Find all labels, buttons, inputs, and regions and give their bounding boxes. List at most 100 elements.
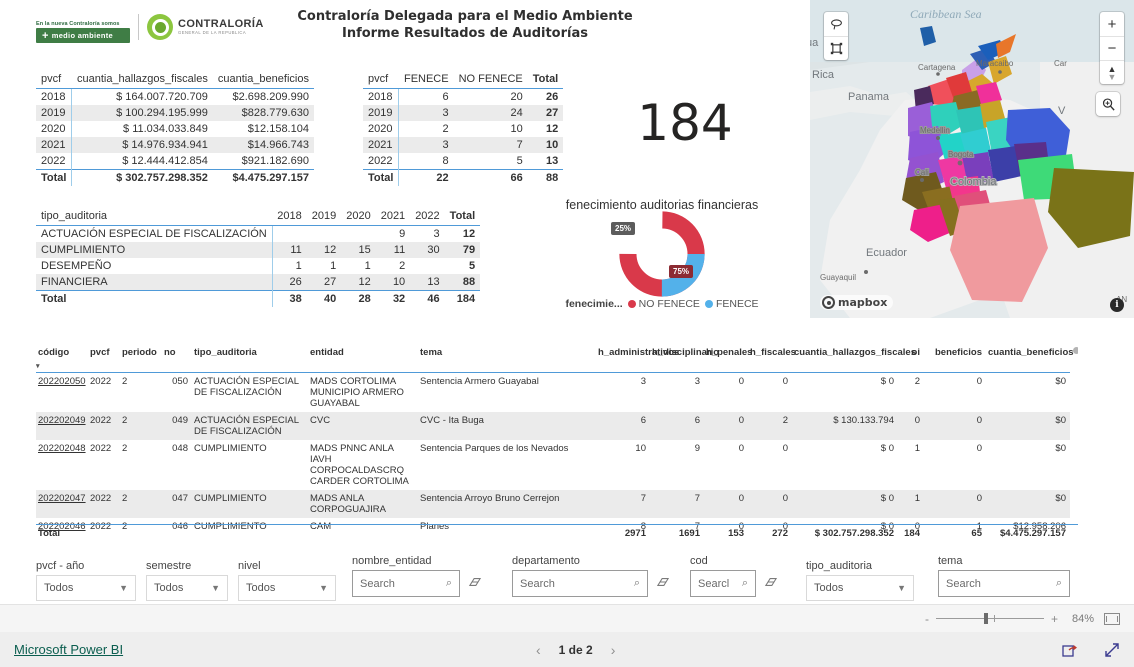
col-header-fenece[interactable]: FENECE — [398, 70, 454, 89]
codigo-link[interactable]: 202202049 — [38, 415, 86, 426]
table-row[interactable]: 2022 $ 12.444.412.854 $921.182.690 — [36, 153, 314, 170]
zoom-out-button[interactable]: - — [925, 612, 929, 626]
slicer-nivel[interactable]: nivel Todos ▼ — [238, 560, 336, 601]
zoom-slider-thumb[interactable] — [983, 613, 988, 624]
table-fenecimiento[interactable]: pvcf FENECE NO FENECE Total 2018 6 20 26… — [363, 70, 564, 186]
clear-filter-icon[interactable] — [468, 576, 482, 591]
col-header-pvcf[interactable]: pvcf — [36, 70, 72, 89]
prev-page-button[interactable]: ‹ — [536, 642, 541, 658]
col-header-beneficios[interactable]: beneficios — [924, 345, 986, 360]
slicer-dropdown-nivel[interactable]: Todos ▼ — [238, 575, 336, 601]
col-header-cuantia-hallazgos-fiscales[interactable]: cuantia_hallazgos_fiscales — [792, 345, 916, 360]
fit-to-page-icon[interactable] — [1104, 612, 1120, 625]
kpi-card-total-auditorias[interactable]: 184 — [565, 95, 805, 151]
col-header-2018[interactable]: 2018 — [272, 207, 307, 226]
col-header-no-fenece[interactable]: NO FENECE — [453, 70, 528, 89]
codigo-link[interactable]: 202202047 — [38, 493, 86, 504]
search-input-tema[interactable]: Search ⌕ — [938, 570, 1070, 597]
lasso-select-icon[interactable] — [824, 12, 848, 36]
slicer-semestre[interactable]: semestre Todos ▼ — [146, 560, 228, 601]
clear-filter-icon[interactable] — [764, 576, 778, 591]
legend-item-fenece[interactable]: FENECE — [704, 298, 759, 310]
table-row[interactable]: 2019 3 24 27 — [363, 105, 564, 121]
map-info-icon[interactable]: i — [1110, 298, 1124, 312]
codigo-link[interactable]: 202202048 — [38, 443, 86, 454]
map-selection-tools[interactable] — [824, 12, 848, 60]
slicer-nombre-entidad[interactable]: nombre_entidad Search ⌕ — [352, 555, 498, 597]
powerbi-brand-link[interactable]: Microsoft Power BI — [14, 642, 123, 657]
search-icon[interactable]: ⌕ — [634, 577, 640, 590]
cell-codigo[interactable]: 202202050 — [36, 373, 88, 413]
zoom-slider-track[interactable] — [935, 613, 1044, 624]
slicer-dropdown-pvcf-ano[interactable]: Todos ▼ — [36, 575, 136, 601]
map-zoom-out-button[interactable]: − — [1100, 36, 1124, 60]
table-row[interactable]: 2022 8 5 13 — [363, 153, 563, 170]
slicer-tema[interactable]: tema Search ⌕ — [938, 555, 1070, 597]
col-header-cuantia-hallazgos[interactable]: cuantia_hallazgos_fiscales — [71, 70, 213, 89]
codigo-link[interactable]: 202202050 — [38, 376, 86, 387]
col-header-h-fiscales[interactable]: h_fiscales — [748, 345, 796, 360]
table-row[interactable]: 202202049 2022 2 049 ACTUACIÓN ESPECIAL … — [36, 412, 1070, 440]
col-header-tema[interactable]: tema — [418, 345, 596, 360]
table-row[interactable]: 2018 6 20 26 — [363, 88, 563, 105]
sort-indicator-codigo[interactable]: ▾ — [36, 360, 88, 373]
table-row[interactable]: CUMPLIMIENTO 11 12 15 11 30 79 — [36, 242, 481, 258]
map-zoom-in-button[interactable]: + — [1100, 12, 1124, 36]
col-header-no[interactable]: no — [162, 345, 192, 360]
slicer-tipo-auditoria[interactable]: tipo_auditoria Todos ▼ — [806, 560, 914, 601]
zoom-in-button[interactable]: + — [1051, 612, 1058, 626]
map-search-button[interactable] — [1096, 92, 1120, 116]
table-row[interactable]: 202202048 2022 2 048 CUMPLIMIENTO MADS P… — [36, 440, 1070, 490]
slicer-departamento[interactable]: departamento Search ⌕ — [512, 555, 682, 597]
donut-chart-fenecimiento[interactable]: fenecimiento auditorias financieras 25% … — [528, 198, 796, 310]
cell-codigo[interactable]: 202202047 — [36, 490, 88, 518]
col-header-cuantia-beneficios[interactable]: cuantia_beneficios — [212, 70, 314, 89]
fullscreen-icon[interactable] — [1104, 642, 1120, 658]
search-icon[interactable]: ⌕ — [1056, 577, 1062, 590]
legend-item-no-fenece[interactable]: NO FENECE — [627, 298, 700, 310]
table-cuantias-fiscales[interactable]: pvcf cuantia_hallazgos_fiscales cuantia_… — [36, 70, 314, 186]
col-header-pvcf[interactable]: pvcf — [363, 70, 399, 89]
slicer-dropdown-tipo-auditoria[interactable]: Todos ▼ — [806, 575, 914, 601]
mapbox-attribution[interactable]: mapbox — [820, 295, 894, 310]
search-icon[interactable]: ⌕ — [742, 577, 748, 590]
table-row[interactable]: 2020 2 10 12 — [363, 121, 563, 137]
col-header-h-penales[interactable]: h_penales — [704, 345, 752, 360]
col-header-total[interactable]: Total — [444, 207, 481, 226]
table-row[interactable]: 202202050 2022 2 050 ACTUACIÓN ESPECIAL … — [36, 373, 1070, 413]
col-header-h-administrativos[interactable]: h_administrativos — [596, 345, 679, 360]
table-tipo-auditoria[interactable]: tipo_auditoria 2018 2019 2020 2021 2022 … — [36, 207, 481, 307]
map-compass-icon[interactable]: ▲ ▼ — [1100, 60, 1124, 84]
col-header-codigo[interactable]: código — [36, 345, 88, 360]
col-header-tipo-auditoria[interactable]: tipo_auditoria — [192, 345, 308, 360]
table-row[interactable]: DESEMPEÑO 1 1 1 2 5 — [36, 258, 480, 274]
cell-codigo[interactable]: 202202048 — [36, 440, 88, 490]
search-icon[interactable]: ⌕ — [446, 577, 452, 590]
search-input-departamento[interactable]: Search ⌕ — [512, 570, 648, 597]
col-header-2019[interactable]: 2019 — [306, 207, 342, 226]
col-header-entidad[interactable]: entidad — [308, 345, 418, 360]
next-page-button[interactable]: › — [611, 642, 616, 658]
col-header-total[interactable]: Total — [527, 70, 564, 89]
zoom-control[interactable]: - + — [925, 612, 1058, 626]
slicer-cod[interactable]: cod Searcl ⌕ — [690, 555, 800, 597]
slicer-pvcf-ano[interactable]: pvcf - año Todos ▼ — [36, 560, 136, 601]
map-zoom-controls[interactable]: + − ▲ ▼ — [1100, 12, 1124, 84]
col-header-2020[interactable]: 2020 — [341, 207, 376, 226]
col-header-pvcf[interactable]: pvcf — [88, 345, 120, 360]
table-row[interactable]: 2020 $ 11.034.033.849 $12.158.104 — [36, 121, 314, 137]
slicer-dropdown-semestre[interactable]: Todos ▼ — [146, 575, 228, 601]
search-input-cod[interactable]: Searcl ⌕ — [690, 570, 756, 597]
map-visual-colombia[interactable]: Caribbean Sea Rica ua Panama Colombia Ec… — [810, 0, 1134, 318]
box-select-icon[interactable] — [824, 36, 848, 60]
table-row[interactable]: 2018 $ 164.007.720.709 $2.698.209.990 — [36, 88, 314, 105]
detail-table-visual[interactable]: código pvcf periodo no tipo_auditoria en… — [36, 345, 1078, 543]
col-header-h-disciplinario[interactable]: h_disciplinario — [650, 345, 719, 360]
table-row[interactable]: 2021 3 7 10 — [363, 137, 564, 153]
table-scroll-thumb[interactable] — [1073, 347, 1078, 354]
table-row[interactable]: 2019 $ 100.294.195.999 $828.779.630 — [36, 105, 314, 121]
col-header-tipo-auditoria[interactable]: tipo_auditoria — [36, 207, 273, 226]
table-row[interactable]: FINANCIERA 26 27 12 10 13 88 — [36, 274, 481, 291]
clear-filter-icon[interactable] — [656, 576, 670, 591]
search-input-nombre-entidad[interactable]: Search ⌕ — [352, 570, 460, 597]
